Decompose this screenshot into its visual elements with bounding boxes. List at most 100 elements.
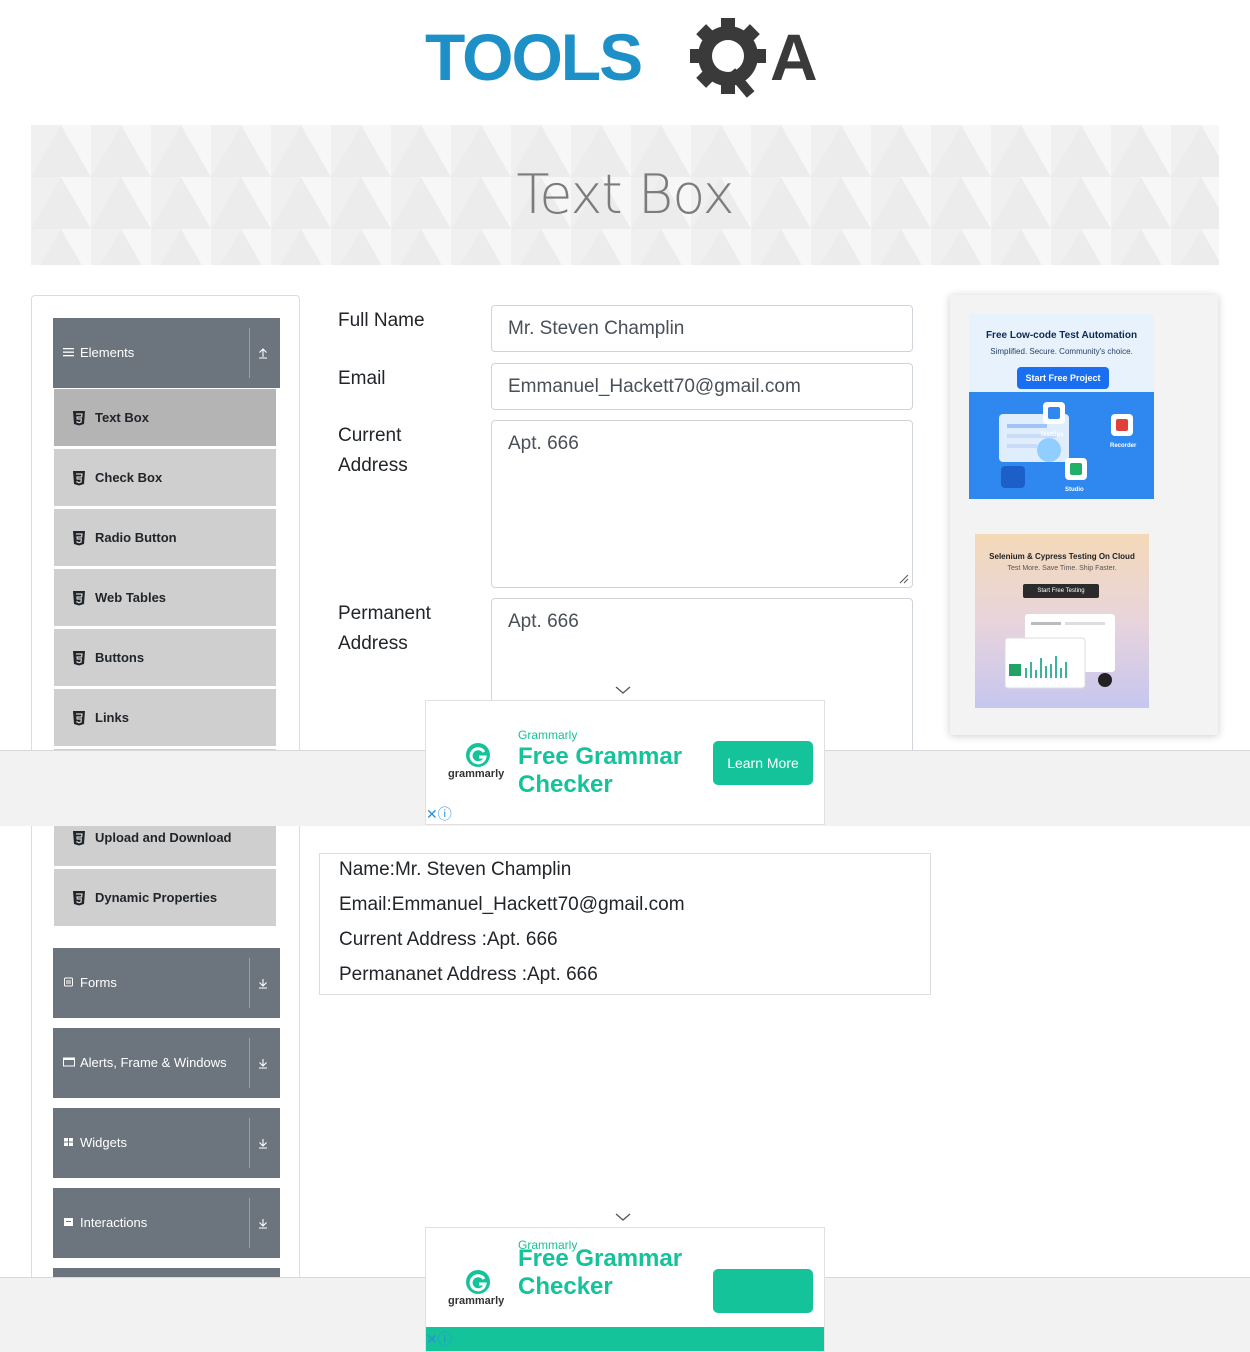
sidebar-group-label: Widgets [80, 1135, 127, 1150]
svg-text:grammarly: grammarly [448, 768, 505, 780]
sidebar-item-text-box[interactable]: Text Box [54, 389, 276, 447]
ad-label-recorder: Recorder [1110, 443, 1137, 449]
html5-icon [73, 891, 85, 906]
logo-text-a: A [770, 20, 818, 94]
ad-title: Free Low-code Test Automation [985, 330, 1138, 341]
toolsqa-logo[interactable]: TOOLS A [425, 18, 830, 113]
sidebar-group-label: Interactions [80, 1215, 148, 1230]
output-permanent-address: Permananet Address :Apt. 666 [339, 964, 598, 985]
expand-arrow-icon[interactable] [256, 1216, 270, 1230]
sidebar-item-dynamic-properties[interactable]: Dynamic Properties [54, 869, 276, 927]
sidebar-item-label: Web Tables [95, 590, 167, 605]
chevron-down-icon[interactable] [613, 1211, 633, 1223]
sidebar-item-label: Radio Button [95, 530, 177, 545]
full-name-input[interactable]: Mr. Steven Champlin [491, 305, 913, 352]
sidebar-item-web-tables[interactable]: Web Tables [54, 569, 276, 627]
katalon-ad[interactable]: Free Low-code Test Automation Simplified… [969, 314, 1154, 499]
sidebar-group-forms[interactable]: Forms [53, 948, 280, 1018]
learn-more-button[interactable]: Learn More [713, 741, 813, 785]
sidebar-item-links[interactable]: Links [54, 689, 276, 747]
form-icon [64, 977, 73, 987]
sidebar-item-label: Text Box [95, 410, 149, 425]
output-name: Name:Mr. Steven Champlin [339, 859, 572, 880]
right-ad-column: Free Low-code Test Automation Simplified… [950, 295, 1218, 735]
divider [249, 328, 250, 378]
sidebar-item-buttons[interactable]: Buttons [54, 629, 276, 687]
grammarly-ad-bottom[interactable]: grammarly Grammarly Free Grammar Checker… [425, 1227, 825, 1352]
lambdatest-ad[interactable]: Selenium & Cypress Testing On Cloud Test… [975, 534, 1149, 708]
current-address-label: Current Address [338, 421, 408, 481]
current-address-label-line2: Address [338, 455, 408, 476]
email-label: Email [338, 368, 386, 389]
email-input[interactable]: Emmanuel_Hackett70@gmail.com [491, 363, 913, 410]
divider [249, 1038, 250, 1088]
grammarly-logo: grammarly [448, 1270, 505, 1307]
sidebar-group-label: Forms [80, 975, 117, 990]
ad-cta-button[interactable]: Start Free Testing [1023, 584, 1099, 598]
permanent-address-label-line2: Address [338, 633, 408, 654]
grid-icon [64, 1138, 73, 1146]
current-address-textarea[interactable]: Apt. 666 [491, 420, 913, 588]
page-banner: Text Box [31, 125, 1219, 265]
html5-icon [73, 411, 85, 426]
grammarly-ad[interactable]: grammarly Grammarly Free Grammar Checker… [425, 700, 825, 825]
expand-arrow-icon[interactable] [256, 1056, 270, 1070]
ad-close-icon[interactable]: ✕ⓘ [426, 806, 464, 824]
page-title: Text Box [516, 163, 734, 226]
sidebar-item-check-box[interactable]: Check Box [54, 449, 276, 507]
permanent-address-label: Permanent Address [338, 599, 431, 659]
sidebar-item-radio-button[interactable]: Radio Button [54, 509, 276, 567]
output-email: Email:Emmanuel_Hackett70@gmail.com [339, 894, 685, 915]
html5-icon [73, 651, 85, 666]
grammarly-logo: grammarly [448, 743, 505, 780]
ad-illustration [1005, 614, 1115, 689]
divider [249, 958, 250, 1008]
sidebar-item-label: Buttons [95, 650, 145, 665]
sidebar-group-widgets[interactable]: Widgets [53, 1108, 280, 1178]
sidebar-item-label: Upload and Download [95, 830, 232, 845]
sidebar-group-interactions[interactable]: Interactions [53, 1188, 280, 1258]
gear-q-icon [690, 18, 766, 98]
interaction-icon [64, 1218, 73, 1226]
sidebar-group-label: Alerts, Frame & Windows [80, 1055, 227, 1070]
ad-label-testops: TestOps [1040, 432, 1064, 438]
collapse-arrow-icon[interactable] [256, 346, 270, 360]
sidebar-item-label: Check Box [95, 470, 163, 485]
sidebar-group-alerts[interactable]: Alerts, Frame & Windows [53, 1028, 280, 1098]
logo-text-tools: TOOLS [425, 20, 641, 94]
ad-headline: Free Grammar Checker [518, 1245, 683, 1300]
sidebar-group-elements[interactable]: Elements [53, 318, 280, 388]
ad-subtitle: Simplified. Secure. Community's choice. [990, 347, 1133, 356]
html5-icon [73, 831, 85, 846]
ad-label-studio: Studio [1065, 487, 1084, 493]
html5-icon [73, 591, 85, 606]
learn-more-button[interactable] [713, 1269, 813, 1313]
sidebar-item-label: Links [95, 710, 129, 725]
expand-arrow-icon[interactable] [256, 1136, 270, 1150]
ad-subtitle: Test More. Save Time. Ship Faster. [1007, 565, 1117, 572]
full-name-label: Full Name [338, 310, 425, 331]
ad-headline: Free Grammar Checker [518, 743, 683, 798]
output-current-address: Current Address :Apt. 666 [339, 929, 558, 950]
ad-cta-button[interactable]: Start Free Project [1017, 367, 1109, 389]
chevron-down-icon[interactable] [613, 684, 633, 696]
sidebar-group-label: Elements [80, 345, 135, 360]
menu-icon [63, 348, 74, 357]
resize-handle-icon[interactable] [899, 574, 909, 584]
sidebar-item-label: Dynamic Properties [95, 890, 218, 905]
svg-text:grammarly: grammarly [448, 1295, 505, 1307]
window-icon [63, 1057, 75, 1067]
expand-arrow-icon[interactable] [256, 976, 270, 990]
divider [249, 1198, 250, 1248]
html5-icon [73, 471, 85, 486]
current-address-value: Apt. 666 [508, 433, 579, 454]
ad-title: Selenium & Cypress Testing On Cloud [989, 552, 1135, 561]
ad-close-icon[interactable]: ✕ⓘ [426, 1331, 464, 1349]
ad-brand: Grammarly [518, 728, 578, 742]
divider [249, 1118, 250, 1168]
output-box: Name:Mr. Steven Champlin Email:Emmanuel_… [319, 853, 931, 995]
ad-footer-bar [426, 1327, 824, 1351]
permanent-address-label-line1: Permanent [338, 603, 431, 624]
html5-icon [73, 711, 85, 726]
permanent-address-value: Apt. 666 [508, 611, 579, 632]
